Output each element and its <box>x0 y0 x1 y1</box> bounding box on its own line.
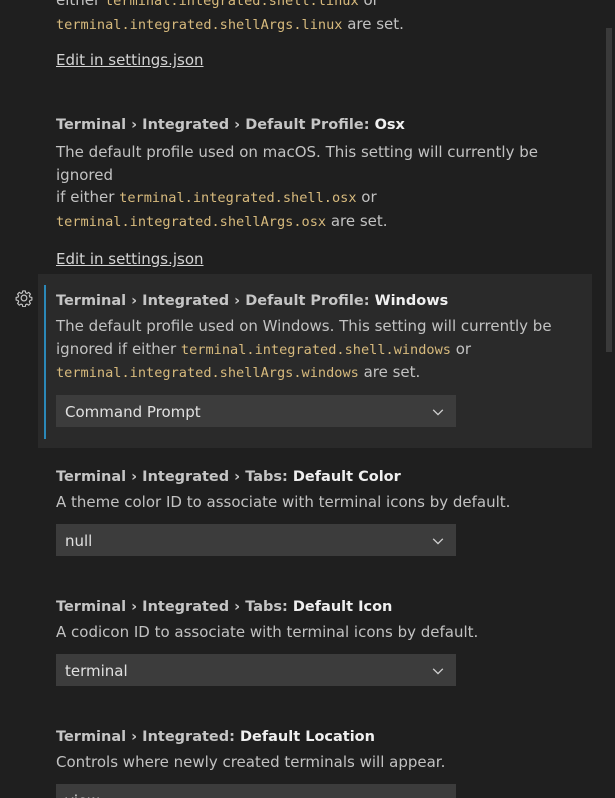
setting-description: either terminal.integrated.shell.linux o… <box>56 0 586 36</box>
setting-description: Controls where newly created terminals w… <box>56 753 446 771</box>
chevron-down-icon <box>432 667 444 675</box>
setting-title: Terminal › Integrated: Default Location <box>56 729 375 745</box>
setting-tabs-default-icon: Terminal › Integrated › Tabs: Default Ic… <box>38 597 592 686</box>
setting-default-profile-osx: Terminal › Integrated › Default Profile:… <box>38 115 592 269</box>
chevron-down-icon <box>432 537 444 545</box>
dropdown-value: view <box>65 791 100 798</box>
setting-title: Terminal › Integrated › Tabs: Default Co… <box>56 469 401 485</box>
default-profile-windows-dropdown[interactable]: Command Prompt <box>56 394 456 427</box>
focus-indicator <box>44 285 46 439</box>
tabs-default-icon-dropdown[interactable]: terminal <box>56 653 456 686</box>
dropdown-value: terminal <box>65 661 128 680</box>
setting-default-profile-windows: Terminal › Integrated › Default Profile:… <box>38 274 592 448</box>
setting-description: The default profile used on macOS. This … <box>56 143 538 230</box>
setting-description: The default profile used on Windows. Thi… <box>56 317 552 381</box>
setting-title: Terminal › Integrated › Default Profile:… <box>56 293 449 309</box>
setting-code-reference: terminal.integrated.shellArgs.osx <box>56 213 327 230</box>
setting-code-reference: terminal.integrated.shell.osx <box>119 190 357 206</box>
default-location-dropdown[interactable]: view <box>56 783 456 798</box>
settings-editor: either terminal.integrated.shell.linux o… <box>0 0 615 798</box>
setting-code-reference: terminal.integrated.shell.windows <box>180 341 451 358</box>
tabs-default-color-dropdown[interactable]: null <box>56 523 456 556</box>
setting-code-reference: terminal.integrated.shellArgs.linux <box>56 16 343 33</box>
edit-in-settings-json-link[interactable]: Edit in settings.json <box>56 249 204 269</box>
scrollbar-thumb[interactable] <box>606 28 612 352</box>
dropdown-value: null <box>65 531 93 550</box>
chevron-down-icon <box>433 797 443 798</box>
dropdown-value: Command Prompt <box>65 402 201 421</box>
setting-description: A theme color ID to associate with termi… <box>56 493 511 511</box>
setting-title: Terminal › Integrated › Tabs: Default Ic… <box>56 599 393 615</box>
setting-tabs-default-color: Terminal › Integrated › Tabs: Default Co… <box>38 467 592 556</box>
edit-in-settings-json-link[interactable]: Edit in settings.json <box>56 50 204 70</box>
gear-icon[interactable] <box>15 289 33 307</box>
setting-code-reference: terminal.integrated.shell.linux <box>104 0 359 9</box>
chevron-down-icon <box>432 408 444 416</box>
vertical-scrollbar[interactable] <box>601 0 615 798</box>
setting-title: Terminal › Integrated › Default Profile:… <box>56 117 405 133</box>
setting-code-reference: terminal.integrated.shellArgs.windows <box>56 365 359 381</box>
setting-default-location: Terminal › Integrated: Default Location … <box>38 727 592 798</box>
setting-description: A codicon ID to associate with terminal … <box>56 623 479 641</box>
setting-default-profile-linux-partial: either terminal.integrated.shell.linux o… <box>38 0 592 70</box>
